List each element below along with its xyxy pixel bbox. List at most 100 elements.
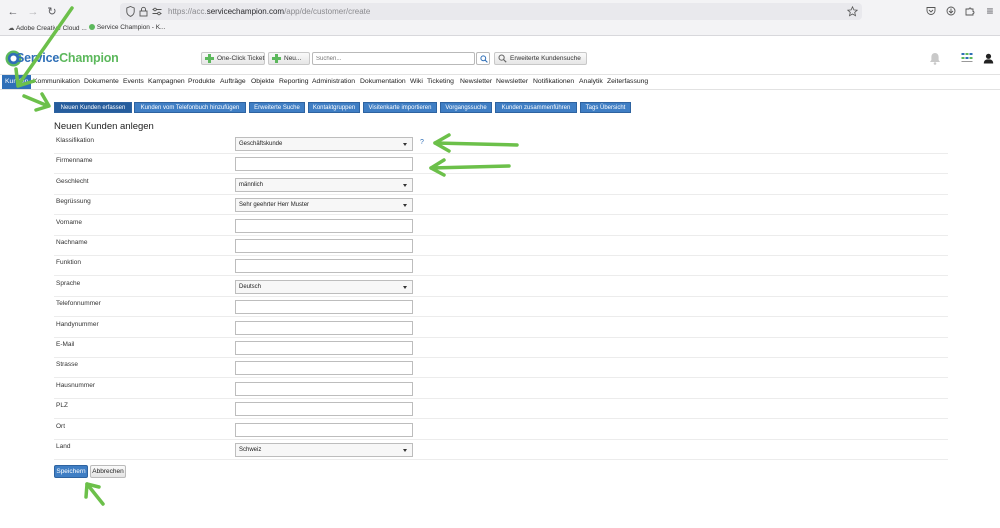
text-field[interactable] (235, 239, 413, 253)
select-value: männlich (239, 181, 264, 188)
tab-advanced-search[interactable]: Erweiterte Suche (249, 102, 305, 113)
text-field[interactable] (235, 300, 413, 315)
favicon-icon (89, 24, 95, 30)
browser-chrome: ← → ↻ https://acc.servicechampion.com/ap… (0, 0, 1000, 36)
tab-merge-customers[interactable]: Kunden zusammenführen (495, 102, 577, 113)
text-field[interactable] (235, 341, 413, 355)
bell-icon[interactable] (929, 52, 941, 65)
text-field[interactable] (235, 361, 413, 376)
text-field[interactable] (235, 422, 413, 437)
select-field[interactable]: männlich (235, 177, 413, 192)
field-label: Ort (56, 422, 66, 430)
extensions-icon[interactable] (965, 6, 975, 16)
menu-item-auftraege[interactable]: Aufträge (220, 78, 246, 85)
permissions-icon[interactable] (152, 7, 162, 16)
plus-icon (205, 54, 214, 63)
tab-new-customer[interactable]: Neuen Kunden erfassen (54, 102, 132, 113)
bookmark-star-icon[interactable] (847, 6, 858, 17)
text-field[interactable] (235, 259, 413, 274)
select-value: Schweiz (239, 447, 262, 453)
new-button[interactable]: Neu... (268, 52, 310, 65)
select-field[interactable]: Geschäftskunde (235, 137, 413, 151)
forward-icon[interactable]: → (26, 5, 40, 19)
form-row: E-Mail (54, 338, 948, 358)
plus-icon (272, 54, 281, 63)
annotation-arrowhead-save (84, 482, 101, 499)
field-label: Klassifikation (56, 137, 94, 144)
menu-item-notifikationen[interactable]: Notifikationen (533, 78, 574, 85)
menu-item-dokumente[interactable]: Dokumente (84, 78, 119, 85)
text-field[interactable] (235, 218, 413, 233)
help-link[interactable]: ? (420, 139, 424, 146)
reload-icon[interactable]: ↻ (45, 5, 59, 19)
text-field[interactable] (235, 381, 413, 396)
field-label: Telefonnummer (56, 300, 101, 308)
select-field[interactable]: Deutsch (235, 279, 413, 294)
search-button[interactable] (476, 52, 490, 65)
form-row: Hausnummer (54, 379, 948, 399)
bookmark-label: Adobe Creative Cloud ... (15, 25, 87, 32)
one-click-ticket-button[interactable]: One-Click Ticket (201, 52, 265, 65)
form-row: Nachname (54, 236, 948, 256)
field-label: E-Mail (56, 341, 75, 348)
search-input[interactable] (312, 52, 475, 65)
save-button[interactable]: Speichern (54, 465, 88, 478)
browser-menu-icon[interactable]: ≡ (983, 4, 997, 18)
menu-item-newsletter-2[interactable]: Newsletter (496, 78, 528, 85)
text-field[interactable] (235, 157, 413, 172)
menu-item-reporting[interactable]: Reporting (279, 78, 308, 85)
menu-item-analytik[interactable]: Analytik (579, 78, 603, 85)
menu-item-kampagnen[interactable]: Kampagnen (148, 78, 185, 85)
menu-item-dokumentation[interactable]: Dokumentation (360, 78, 406, 85)
text-field[interactable] (235, 320, 413, 335)
menu-item-newsletter[interactable]: Newsletter (460, 78, 492, 85)
pocket-icon[interactable] (926, 6, 936, 16)
form-row: PLZ (54, 399, 948, 420)
field-label: Geschlecht (56, 177, 89, 185)
lock-icon (139, 6, 148, 17)
tab-contact-groups[interactable]: Kontaktgruppen (308, 102, 360, 113)
select-field[interactable]: Schweiz (235, 443, 413, 457)
text-field[interactable] (235, 402, 413, 417)
annotation-arrowhead-tab (34, 92, 51, 112)
advanced-customer-search-button[interactable]: Erweiterte Kundensuche (494, 52, 587, 65)
form-row: Strasse (54, 358, 948, 379)
tab-process-search[interactable]: Vorgangssuche (440, 102, 492, 113)
field-label: Handynummer (56, 320, 99, 328)
caret-down-icon (403, 204, 407, 208)
caret-down-icon (403, 143, 407, 146)
menu-item-ticketing[interactable]: Ticketing (427, 78, 454, 85)
user-icon[interactable] (983, 53, 994, 64)
magnifier-icon (498, 54, 507, 63)
apps-grid-icon[interactable] (961, 52, 973, 64)
downloads-icon[interactable] (946, 6, 956, 16)
menu-item-produkte[interactable]: Produkte (188, 78, 215, 85)
caret-down-icon (403, 183, 407, 187)
cancel-button[interactable]: Abbrechen (90, 465, 126, 478)
menu-item-wiki[interactable]: Wiki (410, 78, 423, 85)
menu-item-objekte[interactable]: Objekte (251, 78, 274, 85)
form-row: Begrüssung Sehr geehrter Herr Muster (54, 195, 948, 216)
select-value: Geschäftskunde (239, 141, 283, 147)
tab-tags-overview[interactable]: Tags Übersicht (580, 102, 631, 113)
back-icon[interactable]: ← (6, 5, 20, 19)
menu-item-events[interactable]: Events (123, 78, 144, 85)
tab-business-card-import[interactable]: Visitenkarte importieren (363, 102, 437, 113)
menu-item-zeiterfassung[interactable]: Zeiterfassung (607, 78, 648, 85)
new-label: Neu... (284, 55, 302, 62)
url-prefix: https://acc. (168, 7, 207, 16)
form-row: Handynummer (54, 318, 948, 338)
menu-item-administration[interactable]: Administration (312, 78, 355, 85)
menu-item-kunden[interactable]: Kunden (2, 75, 32, 89)
menu-item-kommunikation[interactable]: Kommunikation (33, 78, 80, 85)
form-row: Geschlecht männlich (54, 175, 948, 195)
bookmark-adobe[interactable]: ☁ Adobe Creative Cloud ... (8, 24, 87, 32)
address-bar[interactable]: https://acc.servicechampion.com/app/de/c… (120, 3, 862, 20)
search-icon (480, 55, 488, 63)
tab-phonebook-add[interactable]: Kunden vom Telefonbuch hinzufügen (134, 102, 246, 113)
cloud-icon: ☁ (8, 25, 15, 32)
annotation-arrow-tab (22, 94, 50, 108)
bookmark-servicechampion[interactable]: Service Champion - K... (89, 24, 165, 31)
form-row: Ort (54, 420, 948, 440)
select-field[interactable]: Sehr geehrter Herr Muster (235, 198, 413, 213)
